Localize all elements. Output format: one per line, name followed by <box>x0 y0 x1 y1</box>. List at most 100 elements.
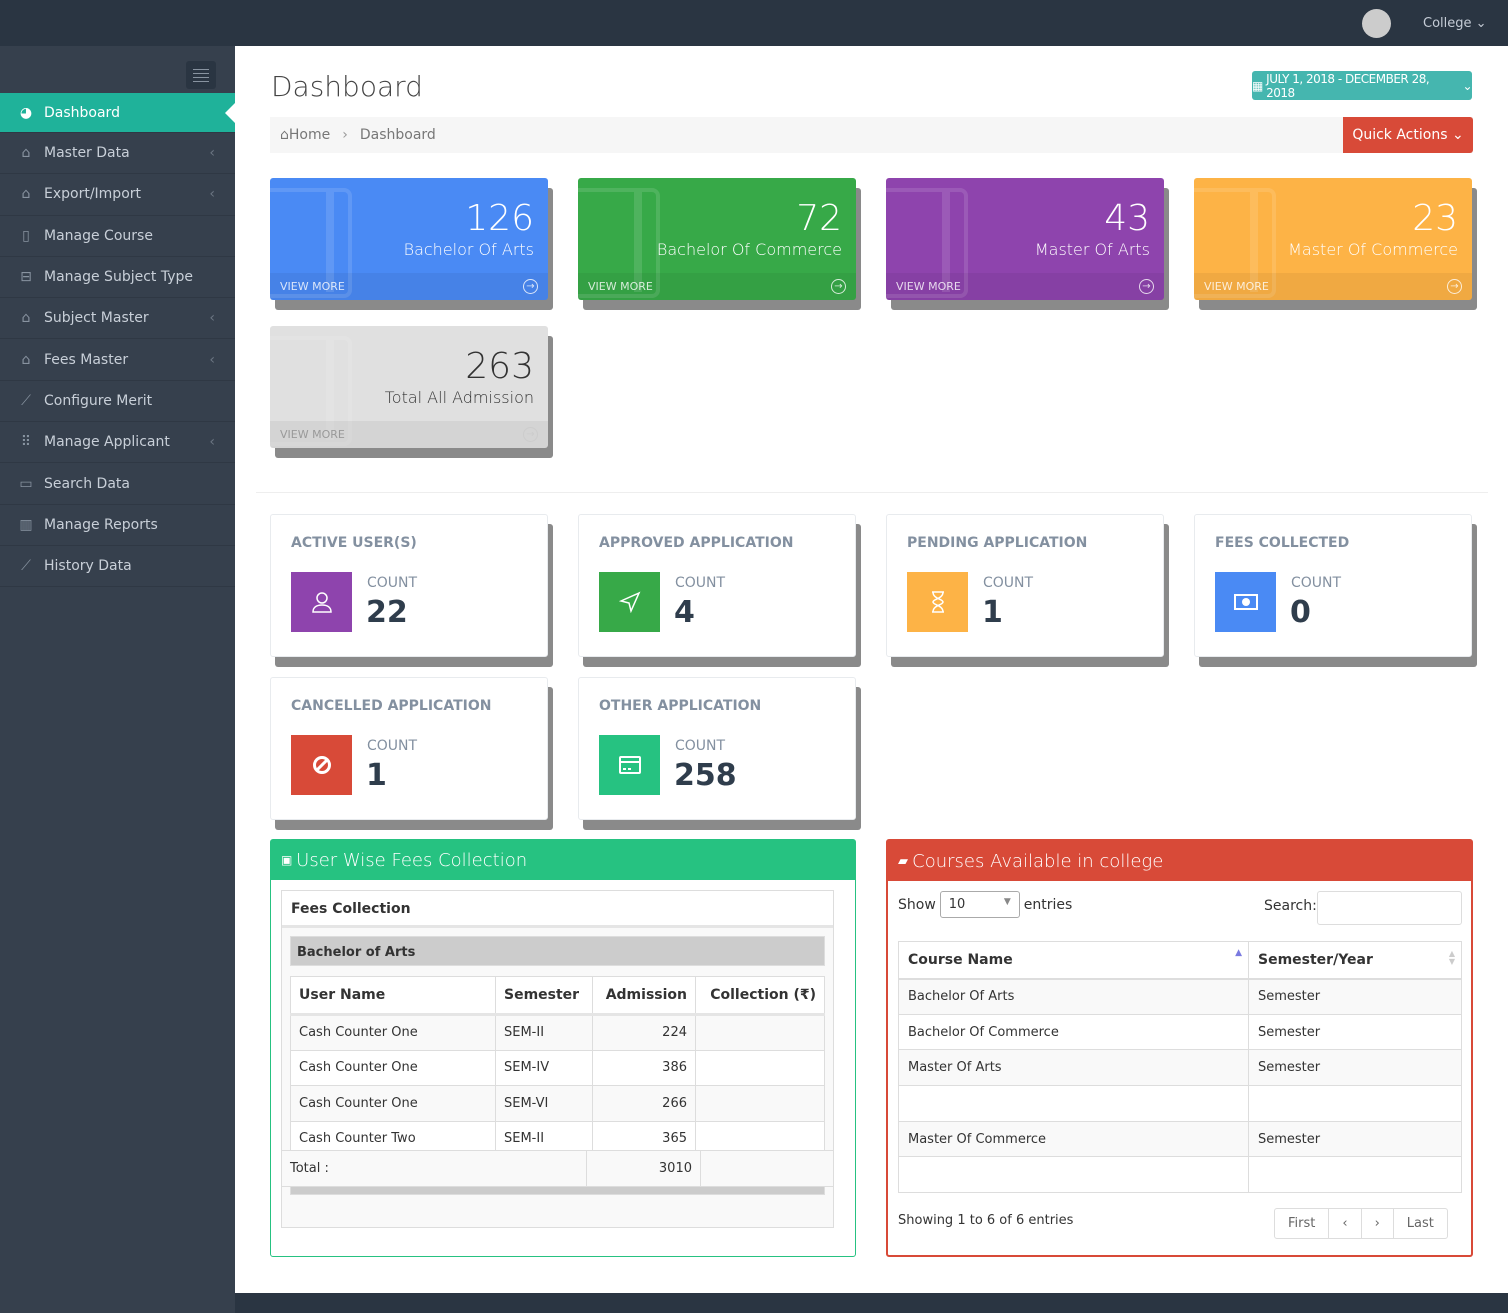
grid-icon: ⠿ <box>20 434 32 451</box>
chart-line-icon: ⟋ <box>21 558 31 575</box>
home-icon: ⌂ <box>21 186 31 203</box>
tile-label: Bachelor Of Arts <box>403 240 534 259</box>
view-more-link[interactable]: VIEW MORE → <box>270 421 548 448</box>
home-icon: ⌂ <box>21 351 31 368</box>
count-label: COUNT <box>675 738 726 754</box>
keyboard-icon: ▭ <box>19 475 33 492</box>
table-cell: SEM-IV <box>495 1049 593 1086</box>
quick-actions-button[interactable]: Quick Actions ⌄ <box>1343 117 1473 153</box>
tile-count: 23 <box>1412 198 1458 239</box>
next-page-button[interactable]: › <box>1360 1209 1393 1238</box>
table-cell: Semester <box>1248 1013 1462 1051</box>
count-value: 4 <box>674 595 695 630</box>
table-cell <box>1248 1156 1462 1194</box>
count-value: 258 <box>674 758 737 793</box>
send-icon <box>599 572 660 632</box>
count-value: 1 <box>366 758 387 793</box>
sidebar-item-manage-applicant[interactable]: ⠿ Manage Applicant ‹ <box>0 422 235 464</box>
stat-title: OTHER APPLICATION <box>599 698 762 714</box>
stat-title: PENDING APPLICATION <box>907 535 1088 551</box>
book-icon: ▰ <box>898 853 913 869</box>
page-title: Dashboard <box>271 70 423 103</box>
divider <box>256 492 1488 493</box>
count-value: 0 <box>1290 595 1311 630</box>
sidebar-item-configure-merit[interactable]: ⟋ Configure Merit <box>0 381 235 423</box>
date-range-picker[interactable]: ▦ JULY 1, 2018 - DECEMBER 28, 2018 ⌄ <box>1252 71 1473 100</box>
chevron-left-icon: ‹ <box>209 434 215 451</box>
show-label: Show <box>898 896 936 913</box>
column-header: Admission <box>592 976 696 1015</box>
table-cell: Semester <box>1248 1120 1462 1158</box>
entries-label: entries <box>1023 896 1073 913</box>
sidebar-item-fees-master[interactable]: ⌂ Fees Master ‹ <box>0 339 235 381</box>
ban-icon <box>291 735 352 795</box>
table-cell: SEM-VI <box>495 1085 593 1122</box>
avatar[interactable] <box>1362 9 1391 38</box>
sidebar: ◕ Dashboard ⌂ Master Data ‹ ⌂ Export/Import ‹ ▯ M… <box>0 46 235 1313</box>
sidebar-item-history-data[interactable]: ⟋ History Data <box>0 546 235 588</box>
count-label: COUNT <box>1291 575 1342 591</box>
table-cell: SEM-II <box>495 1014 593 1051</box>
table-row <box>898 1156 1462 1194</box>
menu-toggle-button[interactable] <box>186 61 216 89</box>
stat-title: APPROVED APPLICATION <box>599 535 794 551</box>
tile-label: Master Of Commerce <box>1288 240 1458 259</box>
group-heading: Bachelor of Arts <box>290 936 825 966</box>
sidebar-item-export-import[interactable]: ⌂ Export/Import ‹ <box>0 174 235 216</box>
sidebar-item-dashboard[interactable]: ◕ Dashboard <box>0 93 235 133</box>
last-page-button[interactable]: Last <box>1392 1209 1447 1238</box>
breadcrumb-home[interactable]: Home <box>289 127 330 143</box>
panel-header: ▣ User Wise Fees Collection <box>271 840 855 880</box>
table-cell <box>695 1014 825 1051</box>
fees-box-title: Fees Collection <box>282 891 833 928</box>
tile-label: Master Of Arts <box>1034 240 1150 259</box>
table-row: Bachelor Of Arts Semester <box>898 978 1462 1015</box>
first-page-button[interactable]: First <box>1275 1209 1328 1238</box>
sidebar-item-manage-reports[interactable]: ▥ Manage Reports <box>0 505 235 546</box>
view-more-link[interactable]: VIEW MORE → <box>578 273 856 300</box>
fees-table: User Name Semester Admission Collection (₹)… <box>290 976 825 1157</box>
user-menu[interactable]: College ⌄ <box>1423 16 1487 31</box>
tile-count: 72 <box>796 198 842 239</box>
column-course-name[interactable]: Course Name ▲ <box>898 941 1249 979</box>
sort-icon: ▲ ▼ <box>1448 949 1455 966</box>
course-tile: 72 Bachelor Of Commerce VIEW MORE → <box>578 178 856 300</box>
count-label: COUNT <box>675 575 726 591</box>
table-cell: Master Of Arts <box>898 1049 1249 1087</box>
arrow-right-icon: → <box>1139 279 1154 294</box>
table-cell <box>1248 1085 1462 1122</box>
stat-title: CANCELLED APPLICATION <box>291 698 492 714</box>
stat-card: APPROVED APPLICATION COUNT 4 <box>578 514 856 657</box>
column-semester-year[interactable]: Semester/Year ▲ ▼ <box>1248 941 1462 979</box>
sidebar-item-manage-course[interactable]: ▯ Manage Course <box>0 216 235 257</box>
table-cell: 386 <box>592 1049 696 1086</box>
breadcrumb: ⌂ Home › Dashboard <box>270 117 1473 153</box>
count-label: COUNT <box>367 738 418 754</box>
sidebar-item-label: Manage Subject Type <box>44 269 194 286</box>
money-icon: ▣ <box>281 853 297 867</box>
sidebar-item-manage-subject-type[interactable]: ⊟ Manage Subject Type <box>0 257 235 299</box>
stat-card: ACTIVE USER(S) COUNT 22 <box>270 514 548 657</box>
sidebar-item-master-data[interactable]: ⌂ Master Data ‹ <box>0 133 235 175</box>
chart-line-icon: ⟋ <box>21 392 31 409</box>
sidebar-item-search-data[interactable]: ▭ Search Data <box>0 463 235 505</box>
home-icon: ⌂ <box>21 145 31 162</box>
page-size-select[interactable]: 10 ▼ <box>939 891 1020 918</box>
count-value: 22 <box>366 595 408 630</box>
sidebar-item-subject-master[interactable]: ⌂ Subject Master ‹ <box>0 298 235 340</box>
panel-header: ▰ Courses Available in college <box>888 841 1471 881</box>
table-row: Master Of Arts Semester <box>898 1049 1462 1087</box>
stat-title: FEES COLLECTED <box>1215 535 1350 551</box>
search-input[interactable] <box>1317 891 1462 925</box>
table-cell: Cash Counter One <box>290 1085 496 1122</box>
view-more-link[interactable]: VIEW MORE → <box>270 273 548 300</box>
tile-label: Total All Admission <box>384 388 534 407</box>
home-icon: ⌂ <box>280 127 289 143</box>
dashboard-icon: ◕ <box>19 104 33 121</box>
view-more-link[interactable]: VIEW MORE → <box>1194 273 1472 300</box>
view-more-link[interactable]: VIEW MORE → <box>886 273 1164 300</box>
user-icon <box>291 572 352 632</box>
bar-chart-icon: ▥ <box>19 516 33 533</box>
prev-page-button[interactable]: ‹ <box>1328 1209 1360 1238</box>
table-cell: 224 <box>592 1014 696 1051</box>
